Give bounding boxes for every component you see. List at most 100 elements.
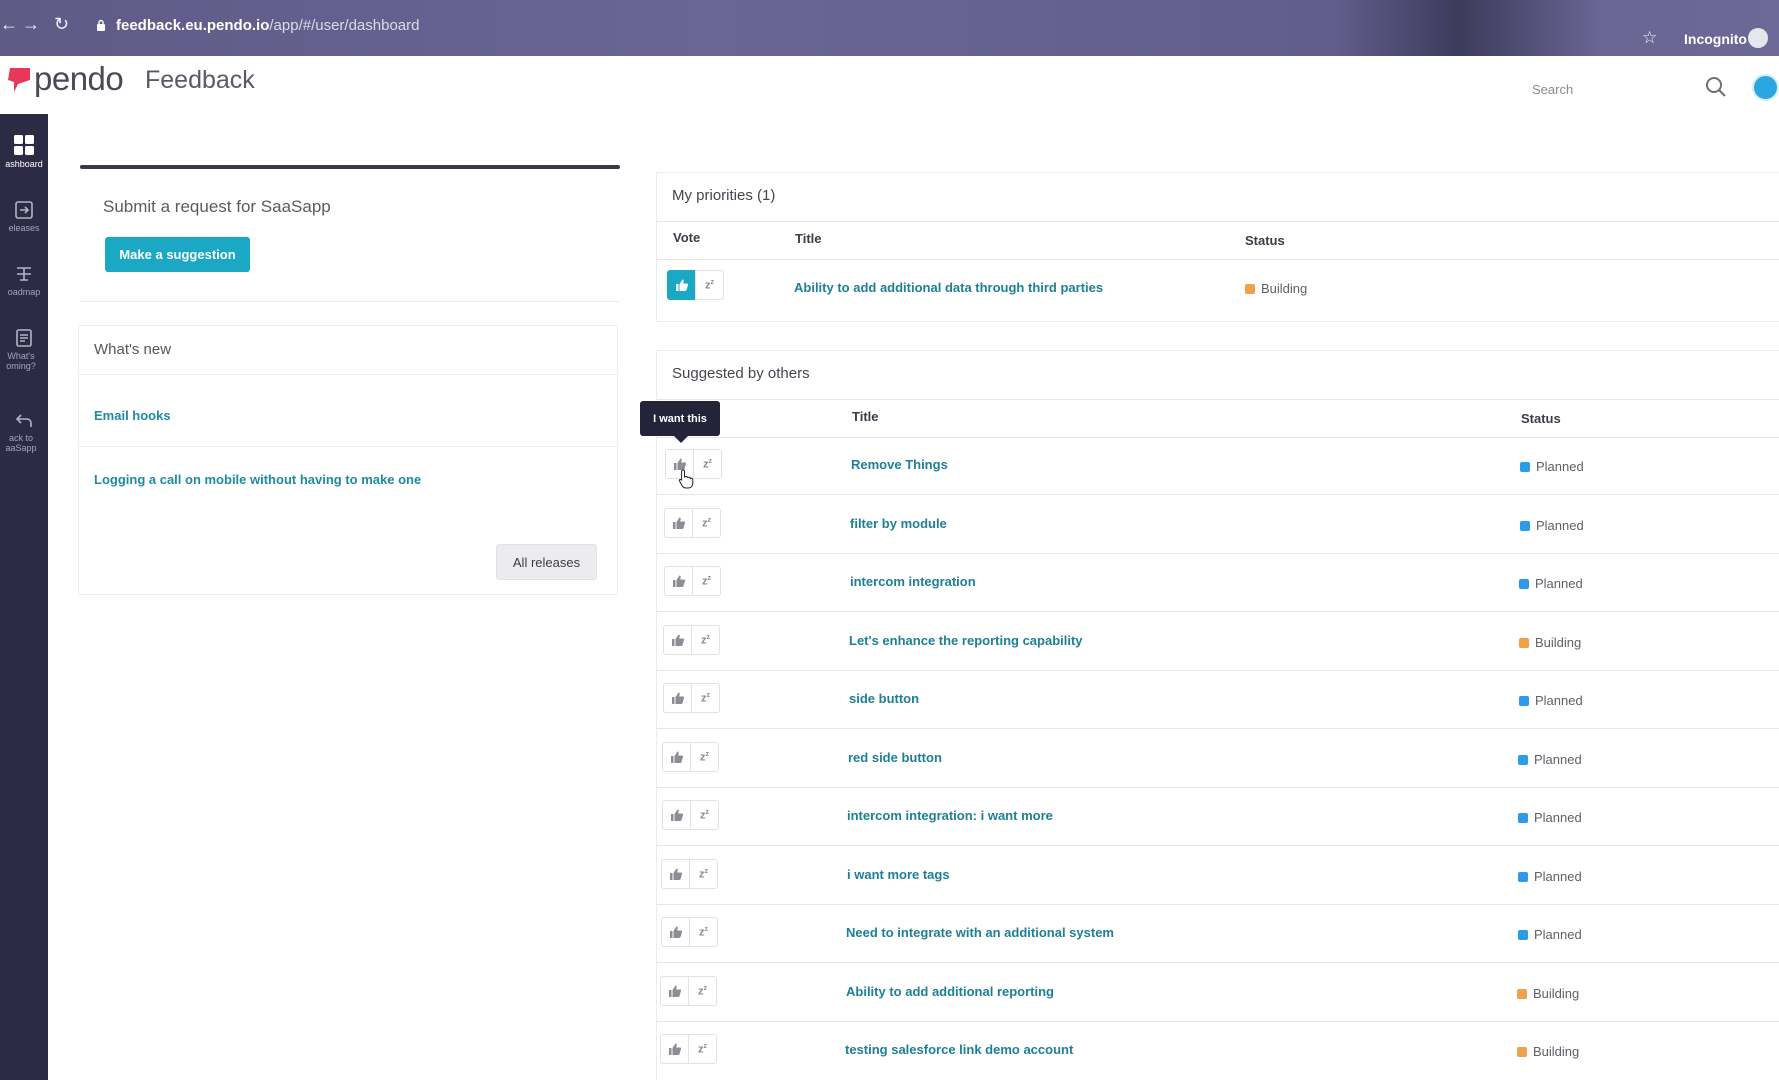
not-important-button[interactable]: zz: [689, 917, 718, 947]
not-important-button[interactable]: zz: [695, 270, 724, 300]
thumbs-up-icon: [670, 751, 683, 763]
vote-controls: zz: [660, 1034, 718, 1064]
suggestion-title[interactable]: red side button: [848, 750, 942, 765]
suggestion-title[interactable]: filter by module: [850, 516, 947, 531]
divider: [79, 374, 617, 375]
rail-item-releases[interactable]: eleases: [0, 200, 48, 233]
status-dot: [1517, 989, 1527, 999]
suggestion-title[interactable]: side button: [849, 691, 919, 706]
upvote-button[interactable]: [667, 270, 696, 300]
upvote-button[interactable]: [661, 859, 690, 889]
not-important-button[interactable]: zz: [688, 1034, 717, 1064]
all-releases-button[interactable]: All releases: [496, 544, 597, 580]
rail-item-whats-coming[interactable]: What's oming?: [0, 328, 48, 371]
not-important-button[interactable]: zz: [690, 800, 719, 830]
reload-icon[interactable]: ↻: [54, 14, 69, 35]
incognito-icon[interactable]: [1748, 28, 1768, 48]
thumbs-up-icon: [669, 926, 682, 938]
status-badge: Planned: [1518, 927, 1582, 942]
whats-new-card: What's new Email hooks Logging a call on…: [78, 325, 618, 595]
upvote-button[interactable]: [664, 566, 693, 596]
upvote-button[interactable]: [662, 800, 691, 830]
row-divider: [657, 1021, 1779, 1022]
upvote-button[interactable]: [663, 625, 692, 655]
address-bar[interactable]: feedback.eu.pendo.io/app/#/user/dashboar…: [116, 17, 420, 34]
search-input[interactable]: Search: [1532, 82, 1573, 97]
status-dot: [1517, 1047, 1527, 1057]
suggestion-title[interactable]: testing salesforce link demo account: [845, 1042, 1073, 1057]
status-badge: Building: [1519, 635, 1581, 650]
status-text: Planned: [1536, 518, 1584, 533]
suggestion-title[interactable]: intercom integration: i want more: [847, 808, 1053, 823]
status-text: Planned: [1534, 869, 1582, 884]
not-important-button[interactable]: zz: [689, 859, 718, 889]
thumbs-up-icon: [672, 575, 685, 587]
suggestion-title[interactable]: Let's enhance the reporting capability: [849, 633, 1083, 648]
upvote-button[interactable]: [660, 976, 689, 1006]
suggestion-title[interactable]: Need to integrate with an additional sys…: [846, 925, 1114, 940]
logo-text[interactable]: pendo: [34, 60, 124, 98]
search-icon[interactable]: [1705, 76, 1727, 98]
url-path: /app/#/user/dashboard: [269, 17, 420, 34]
not-important-button[interactable]: zz: [692, 508, 721, 538]
not-important-button[interactable]: zz: [688, 976, 717, 1006]
suggestion-title[interactable]: i want more tags: [847, 867, 950, 882]
bookmark-star-icon[interactable]: ☆: [1642, 28, 1657, 48]
rail-item-roadmap[interactable]: oadmap: [0, 264, 48, 297]
not-important-button[interactable]: zz: [690, 742, 719, 772]
app-header: pendo Feedback Search: [0, 56, 1779, 114]
not-important-button[interactable]: zz: [691, 625, 720, 655]
column-header-vote: Vote: [673, 230, 701, 245]
status-dot: [1519, 579, 1529, 589]
thumbs-up-icon: [668, 985, 681, 997]
upvote-button[interactable]: [660, 1034, 689, 1064]
suggestion-title[interactable]: Remove Things: [851, 457, 948, 472]
forward-icon[interactable]: →: [22, 14, 40, 35]
priorities-title: My priorities (1): [672, 187, 776, 204]
rail-label: ack to aaSapp: [5, 433, 37, 453]
status-dot: [1518, 813, 1528, 823]
make-suggestion-button[interactable]: Make a suggestion: [105, 237, 250, 272]
status-text: Building: [1261, 281, 1308, 296]
thumbs-up-icon: [671, 692, 684, 704]
rail-label: oadmap: [7, 287, 41, 297]
not-important-button[interactable]: zz: [691, 683, 720, 713]
snooze-icon: zz: [701, 691, 710, 705]
upvote-button[interactable]: [663, 683, 692, 713]
upvote-button[interactable]: [661, 917, 690, 947]
status-dot: [1520, 462, 1530, 472]
release-link[interactable]: Logging a call on mobile without having …: [94, 472, 421, 487]
upvote-button[interactable]: [662, 742, 691, 772]
url-host: feedback.eu.pendo.io: [116, 17, 270, 34]
snooze-icon: zz: [699, 867, 708, 881]
avatar[interactable]: [1752, 74, 1779, 101]
suggestion-title[interactable]: Ability to add additional reporting: [846, 984, 1054, 999]
not-important-button[interactable]: zz: [692, 566, 721, 596]
dashboard-icon: [14, 135, 34, 155]
status-badge: Planned: [1520, 518, 1584, 533]
status-text: Planned: [1535, 576, 1583, 591]
snooze-icon: zz: [703, 457, 712, 471]
rail-item-dashboard[interactable]: ashboard: [0, 134, 48, 169]
upvote-button[interactable]: [664, 508, 693, 538]
release-link[interactable]: Email hooks: [94, 408, 171, 423]
status-badge: Building: [1245, 281, 1307, 296]
status-text: Planned: [1534, 752, 1582, 767]
vote-controls: zz: [663, 625, 721, 655]
back-icon[interactable]: ←: [0, 14, 18, 35]
snooze-icon: zz: [705, 278, 714, 292]
rail-item-back[interactable]: ack to aaSapp: [0, 412, 48, 453]
divider: [657, 399, 1779, 400]
submit-title: Submit a request for SaaSapp: [103, 197, 331, 216]
pendo-logo-icon: [8, 68, 30, 92]
vote-controls: zz: [662, 742, 720, 772]
not-important-button[interactable]: zz: [693, 449, 722, 479]
suggestion-title[interactable]: intercom integration: [850, 574, 976, 589]
priority-title[interactable]: Ability to add additional data through t…: [794, 280, 1103, 295]
vote-controls: zz: [663, 683, 721, 713]
row-divider: [657, 553, 1779, 554]
rail-label: ashboard: [5, 159, 43, 169]
product-name: Feedback: [145, 66, 255, 94]
roadmap-icon: [17, 267, 31, 281]
vote-controls: zz: [661, 917, 719, 947]
